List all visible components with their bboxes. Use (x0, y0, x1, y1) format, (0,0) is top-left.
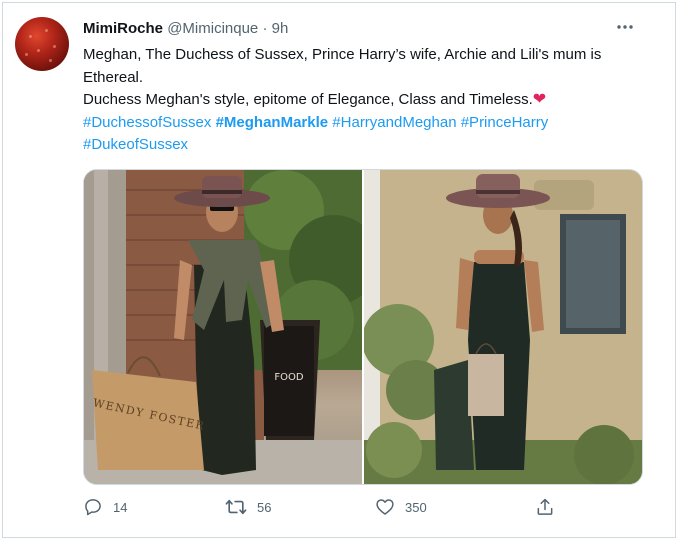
like-count: 350 (405, 499, 427, 515)
hashtag-line: #DuchessofSussex #MeghanMarkle #Harryand… (83, 112, 643, 157)
tweet-card: MimiRoche @Mimicinque · 9h Meghan, The D… (2, 2, 676, 538)
photo-right[interactable] (364, 170, 642, 484)
like-button[interactable]: 350 (375, 497, 427, 517)
sign-text: FOOD (274, 372, 303, 383)
hashtag-harryandmeghan[interactable]: #HarryandMeghan (332, 114, 456, 131)
tweet-header: MimiRoche @Mimicinque · 9h (83, 19, 288, 39)
share-button[interactable] (535, 497, 555, 517)
tweet-media: FOOD WENDY FOSTER (83, 169, 643, 485)
action-bar: 14 56 350 (83, 497, 563, 523)
tweet-text: Meghan, The Duchess of Sussex, Prince Ha… (83, 44, 643, 157)
hashtag-princeharry[interactable]: #PrinceHarry (461, 114, 549, 131)
tweet-line-1: Meghan, The Duchess of Sussex, Prince Ha… (83, 46, 602, 86)
tweet-line-2-text: Duchess Meghan's style, epitome of Elega… (83, 91, 533, 108)
user-handle[interactable]: @Mimicinque (167, 20, 258, 37)
more-horizontal-icon[interactable] (615, 17, 635, 42)
tweet-line-2: Duchess Meghan's style, epitome of Elega… (83, 89, 643, 112)
share-icon (535, 497, 555, 517)
retweet-count: 56 (257, 499, 272, 515)
reply-count: 14 (113, 499, 128, 515)
avatar[interactable] (15, 17, 69, 71)
photo-left[interactable]: FOOD WENDY FOSTER (84, 170, 362, 484)
separator-dot: · (262, 20, 268, 37)
heart-icon (375, 497, 395, 517)
display-name[interactable]: MimiRoche (83, 20, 163, 37)
retweet-icon (225, 497, 247, 517)
timestamp[interactable]: 9h (272, 20, 289, 37)
reply-button[interactable]: 14 (83, 497, 127, 517)
hashtag-meghanmarkle[interactable]: #MeghanMarkle (216, 114, 329, 131)
heart-emoji: ❤ (532, 91, 547, 108)
reply-icon (83, 497, 103, 517)
hashtag-duchessofsussex[interactable]: #DuchessofSussex (83, 114, 211, 131)
hashtag-dukeofsussex[interactable]: #DukeofSussex (83, 136, 188, 153)
retweet-button[interactable]: 56 (225, 497, 271, 517)
